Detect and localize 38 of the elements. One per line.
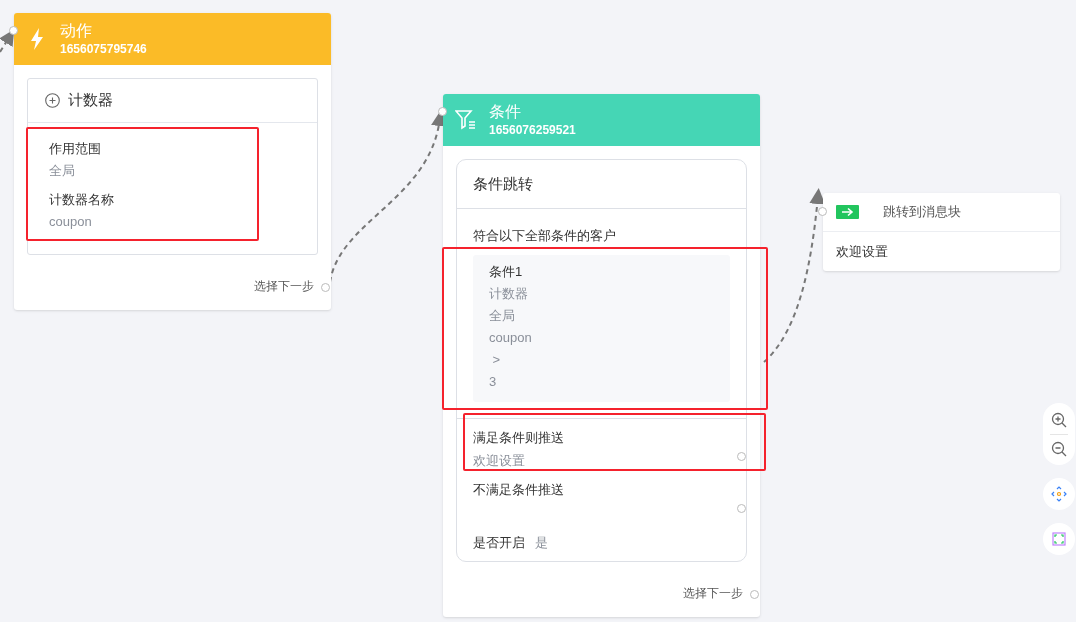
card-title: 条件跳转	[473, 173, 533, 194]
next-step-label: 选择下一步	[683, 585, 743, 602]
arrow-right-icon	[836, 205, 859, 219]
setting-label: 是否开启	[473, 534, 525, 552]
node-title: 条件	[489, 102, 522, 122]
center-arrows-icon	[1051, 486, 1067, 502]
field-label: 作用范围	[49, 140, 102, 158]
next-step-label: 选择下一步	[254, 278, 314, 295]
node-id: 1656076259521	[489, 122, 576, 138]
condition-value: coupon	[489, 329, 533, 347]
node-title: 跳转到消息块	[883, 203, 961, 222]
center-button[interactable]	[1043, 478, 1075, 510]
condition-value: 计数器	[489, 285, 529, 303]
branch-target: 欢迎设置	[473, 452, 526, 470]
node-title: 动作	[60, 21, 93, 41]
zoom-out-icon[interactable]	[1051, 440, 1067, 457]
branch-label: 满足条件则推送	[473, 429, 565, 447]
card-title: 计数器	[68, 90, 113, 111]
condition-title: 条件1	[489, 263, 524, 281]
condition-value: 3	[489, 373, 498, 391]
field-value: coupon	[49, 213, 93, 231]
lightning-icon	[30, 28, 44, 50]
jump-target: 欢迎设置	[836, 242, 888, 261]
filter-icon	[455, 110, 477, 130]
branch-label: 不满足条件推送	[473, 481, 565, 499]
node-id: 1656075795746	[60, 41, 147, 57]
connection-port[interactable]	[438, 107, 447, 116]
fullscreen-icon	[1052, 532, 1066, 546]
zoom-in-icon[interactable]	[1051, 411, 1067, 428]
condition-intro: 符合以下全部条件的客户	[473, 227, 617, 245]
field-label: 计数器名称	[49, 191, 115, 209]
connection-port[interactable]	[9, 26, 18, 35]
field-value: 全局	[49, 162, 76, 180]
setting-value: 是	[535, 534, 548, 552]
condition-value: >	[491, 351, 502, 369]
condition-value: 全局	[489, 307, 516, 325]
plus-circle-icon	[45, 93, 60, 108]
fit-view-button[interactable]	[1043, 523, 1075, 555]
